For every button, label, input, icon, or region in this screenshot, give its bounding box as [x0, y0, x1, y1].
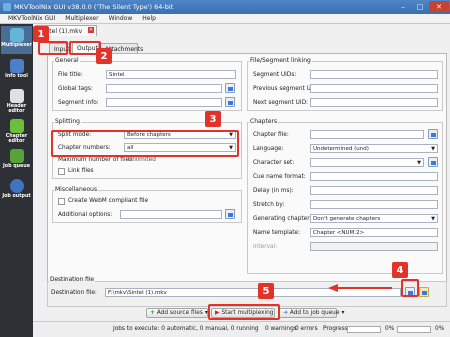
arrow-head-icon [328, 284, 338, 292]
annotation-arrows [328, 284, 392, 292]
